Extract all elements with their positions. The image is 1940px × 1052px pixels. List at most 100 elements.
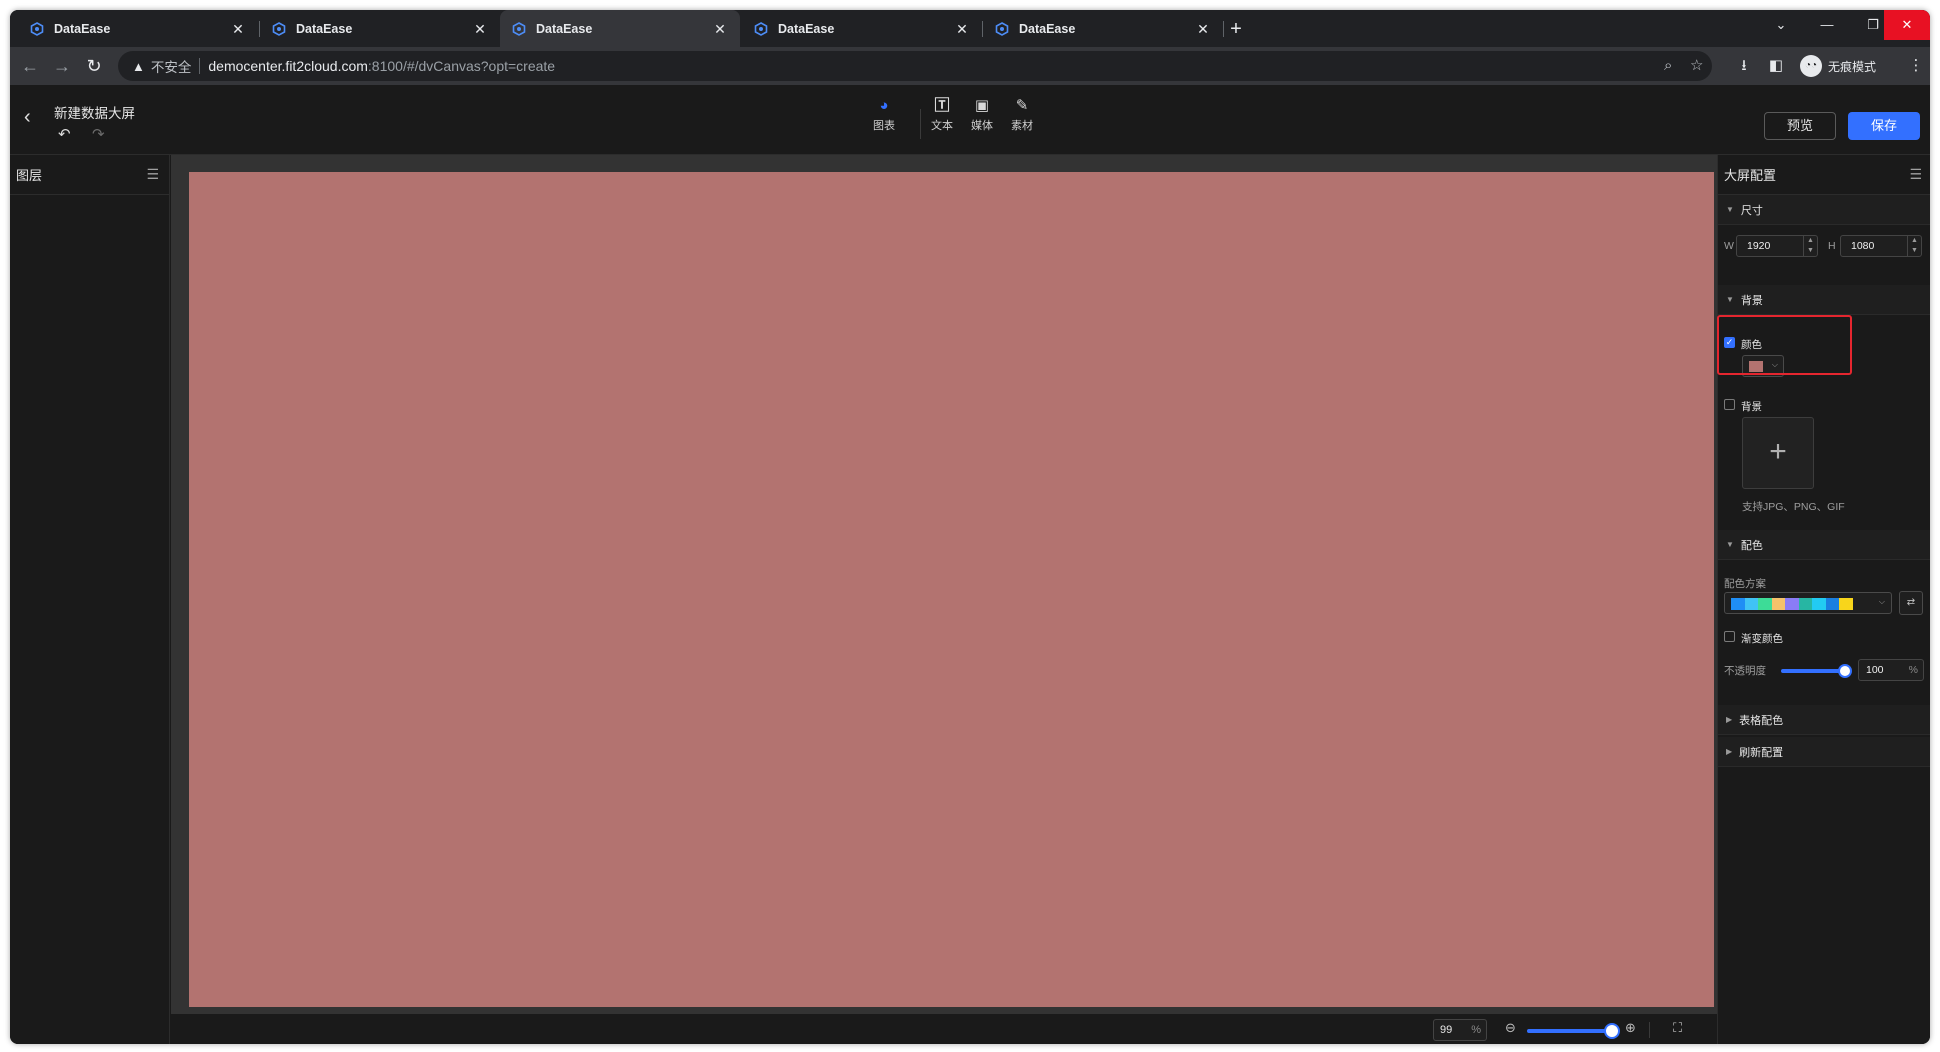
caret-right-icon: ▶ (1726, 747, 1733, 756)
tool-text-button[interactable]: 🅃 文本 (924, 95, 960, 133)
section-table-color-title: 表格配色 (1739, 714, 1784, 727)
upload-image-button[interactable]: + (1742, 417, 1814, 489)
browser-tab[interactable]: DataEase ✕ (260, 10, 500, 47)
url-path: :8100/#/dvCanvas?opt=create (367, 58, 556, 74)
scheme-swatch (1758, 598, 1772, 610)
opacity-input[interactable]: 100 % (1858, 659, 1924, 681)
section-palette[interactable]: ▼ 配色 (1718, 530, 1930, 560)
incognito-icon: ◔◔ (1800, 55, 1822, 77)
opacity-label: 不透明度 (1724, 665, 1766, 677)
back-chevron-icon[interactable]: ‹ (24, 105, 44, 129)
screen-title[interactable]: 新建数据大屏 (54, 102, 135, 122)
zoom-slider-track[interactable] (1527, 1029, 1613, 1033)
chart-pie-icon: ◕ (879, 97, 889, 114)
gradient-checkbox[interactable] (1724, 631, 1735, 642)
browser-tab[interactable]: DataEase ✕ (742, 10, 982, 47)
caret-down-icon: ▼ (1726, 295, 1734, 304)
section-refresh[interactable]: ▶ 刷新配置 (1718, 737, 1930, 767)
warning-triangle-icon: ▲ (132, 58, 145, 74)
zoom-slider-thumb[interactable] (1604, 1023, 1620, 1039)
dataease-favicon-icon (512, 21, 526, 36)
tool-chart-label: 图表 (873, 120, 895, 132)
opacity-slider-thumb[interactable] (1838, 664, 1852, 678)
width-input[interactable]: 1920 ▲ ▼ (1736, 235, 1818, 257)
browser-menu-icon[interactable]: ⋮ (1904, 54, 1928, 78)
forward-arrow-icon[interactable]: → (50, 54, 74, 78)
tool-material-label: 素材 (1011, 120, 1033, 132)
window-close-icon[interactable]: ✕ (1884, 10, 1930, 40)
canvas-area (171, 155, 1717, 1014)
fit-screen-icon[interactable]: ⛶ (1673, 1020, 1682, 1036)
tab-close-icon[interactable]: ✕ (1195, 21, 1211, 37)
browser-tab-active[interactable]: DataEase ✕ (500, 10, 740, 47)
scheme-swatch (1731, 598, 1745, 610)
config-menu-icon[interactable]: ☰ (1909, 166, 1922, 183)
tab-title: DataEase (296, 21, 353, 36)
url-host: democenter.fit2cloud.com (208, 58, 368, 74)
tab-close-icon[interactable]: ✕ (230, 21, 246, 37)
tab-title: DataEase (778, 21, 835, 36)
browser-window: DataEase ✕ DataEase ✕ DataEase ✕ DataEas… (10, 10, 1930, 1044)
tool-chart-button[interactable]: ◕ 图表 (866, 95, 902, 133)
tab-close-icon[interactable]: ✕ (472, 21, 488, 37)
zoom-percent-input[interactable]: 99 % (1433, 1019, 1487, 1041)
opacity-unit: % (1908, 664, 1918, 676)
zoom-out-icon[interactable]: ⊖ (1505, 1020, 1516, 1036)
config-title: 大屏配置 (1724, 168, 1777, 183)
zoom-magnifier-icon[interactable]: ⌕ (1664, 51, 1672, 81)
undo-icon[interactable]: ↶ (58, 125, 71, 143)
browser-tab[interactable]: DataEase ✕ (983, 10, 1223, 47)
layers-header: 图层 ☰ (10, 155, 169, 195)
tool-material-button[interactable]: ✎ 素材 (1004, 95, 1040, 133)
config-panel: 大屏配置 ☰ ▼ 尺寸 W 1920 ▲ ▼ H 1080 ▲ ▼ ▼ 背景 ✓ 颜… (1717, 155, 1930, 1044)
address-bar[interactable]: ▲ 不安全 democenter.fit2cloud.com :8100/#/d… (118, 51, 1712, 81)
height-stepper-icon[interactable]: ▲ ▼ (1907, 236, 1921, 256)
save-button[interactable]: 保存 (1848, 112, 1920, 140)
tab-close-icon[interactable]: ✕ (712, 21, 728, 37)
preview-button[interactable]: 预览 (1764, 112, 1836, 140)
height-input[interactable]: 1080 ▲ ▼ (1840, 235, 1922, 257)
back-arrow-icon[interactable]: ← (18, 54, 42, 78)
download-icon[interactable]: ⭳ (1732, 54, 1756, 78)
canvas-board[interactable] (189, 172, 1714, 1007)
omnibox-divider (199, 58, 201, 74)
scheme-label: 配色方案 (1724, 578, 1766, 590)
background-image-checkbox[interactable] (1724, 399, 1735, 410)
security-label: 不安全 (150, 60, 192, 75)
layers-menu-icon[interactable]: ☰ (146, 166, 159, 183)
highlight-frame (1717, 315, 1852, 375)
new-tab-button[interactable]: + (1225, 18, 1247, 40)
text-icon: 🅃 (934, 97, 950, 114)
scheme-adjust-icon[interactable]: ⇄ (1899, 591, 1923, 615)
scheme-swatch (1771, 598, 1785, 610)
background-image-label: 背景 (1741, 401, 1762, 413)
dataease-favicon-icon (30, 21, 44, 36)
section-table-color[interactable]: ▶ 表格配色 (1718, 705, 1930, 735)
caret-down-icon: ▼ (1726, 540, 1734, 549)
incognito-profile[interactable]: ◔◔ 无痕模式 (1800, 52, 1876, 80)
browser-tab[interactable]: DataEase ✕ (18, 10, 258, 47)
zoom-in-icon[interactable]: ⊕ (1625, 1020, 1636, 1036)
redo-icon[interactable]: ↷ (92, 125, 105, 143)
tab-close-icon[interactable]: ✕ (954, 21, 970, 37)
tab-separator (1223, 21, 1224, 37)
scheme-swatches (1731, 598, 1853, 610)
side-panel-icon[interactable]: ◧ (1764, 54, 1788, 78)
bookmark-star-icon[interactable]: ☆ (1690, 51, 1703, 81)
reload-icon[interactable]: ↻ (82, 54, 106, 78)
opacity-slider-track[interactable] (1781, 669, 1845, 673)
tab-search-chevron-icon[interactable]: ⌄ (1758, 10, 1804, 40)
width-stepper-icon[interactable]: ▲ ▼ (1803, 236, 1817, 256)
zoom-divider (1649, 1022, 1650, 1038)
section-size[interactable]: ▼ 尺寸 (1718, 195, 1930, 225)
tool-media-button[interactable]: ▣ 媒体 (964, 95, 1000, 133)
window-minimize-icon[interactable]: — (1804, 10, 1850, 40)
layers-title: 图层 (16, 168, 43, 183)
opacity-value: 100 (1866, 664, 1884, 676)
section-background[interactable]: ▼ 背景 (1718, 285, 1930, 315)
tool-media-label: 媒体 (971, 120, 993, 132)
incognito-label: 无痕模式 (1828, 59, 1877, 74)
dataease-favicon-icon (272, 21, 286, 36)
zoom-bar: 99 % ⊖ ⊕ ⛶ (171, 1014, 1717, 1044)
color-scheme-select[interactable]: ⌵ (1724, 592, 1892, 614)
